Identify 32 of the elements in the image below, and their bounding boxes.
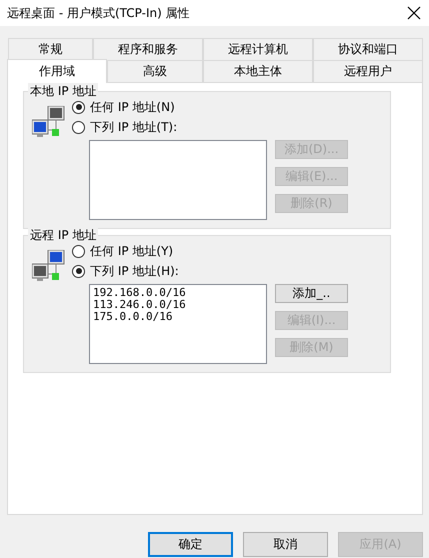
- option-label: 下列 IP 地址(T):: [90, 118, 178, 136]
- tab[interactable]: 远程用户: [313, 60, 423, 82]
- dialog-button[interactable]: 确定: [148, 532, 233, 557]
- tab[interactable]: 协议和端口: [313, 38, 423, 60]
- radio-option[interactable]: 任何 IP 地址(Y): [72, 242, 382, 260]
- address-list[interactable]: [89, 140, 267, 220]
- address-item[interactable]: 192.168.0.0/16: [93, 287, 263, 299]
- tab[interactable]: 本地主体: [203, 60, 313, 82]
- radio-option[interactable]: 任何 IP 地址(N): [72, 98, 382, 116]
- address-list[interactable]: 192.168.0.0/16 113.246.0.0/16 175.0.0.0/16: [89, 284, 267, 364]
- option-label: 任何 IP 地址(Y): [90, 242, 174, 260]
- radio-button[interactable]: [72, 244, 85, 258]
- close-icon[interactable]: [407, 6, 421, 20]
- radio-option[interactable]: 下列 IP 地址(T):: [72, 118, 382, 136]
- radio-button[interactable]: [72, 264, 85, 278]
- dialog-button[interactable]: 取消: [243, 532, 328, 557]
- address-item[interactable]: 113.246.0.0/16: [93, 299, 263, 311]
- tab[interactable]: 常规: [8, 38, 93, 60]
- option-label: 下列 IP 地址(H):: [90, 262, 179, 280]
- tab[interactable]: 高级: [107, 60, 203, 82]
- radio-button[interactable]: [72, 100, 85, 114]
- radio-option[interactable]: 下列 IP 地址(H):: [72, 262, 382, 280]
- tab[interactable]: 远程计算机: [203, 38, 313, 60]
- side-button[interactable]: 添加_..: [275, 284, 348, 303]
- network-computers-icon: [32, 250, 66, 284]
- radio-button[interactable]: [72, 120, 85, 134]
- tab[interactable]: 程序和服务: [93, 38, 203, 60]
- network-computers-icon: [32, 106, 66, 140]
- address-item[interactable]: 175.0.0.0/16: [93, 311, 263, 323]
- window-title: 远程桌面 - 用户模式(TCP-In) 属性: [7, 4, 190, 22]
- tab[interactable]: 作用域: [7, 59, 107, 83]
- option-label: 任何 IP 地址(N): [90, 98, 175, 116]
